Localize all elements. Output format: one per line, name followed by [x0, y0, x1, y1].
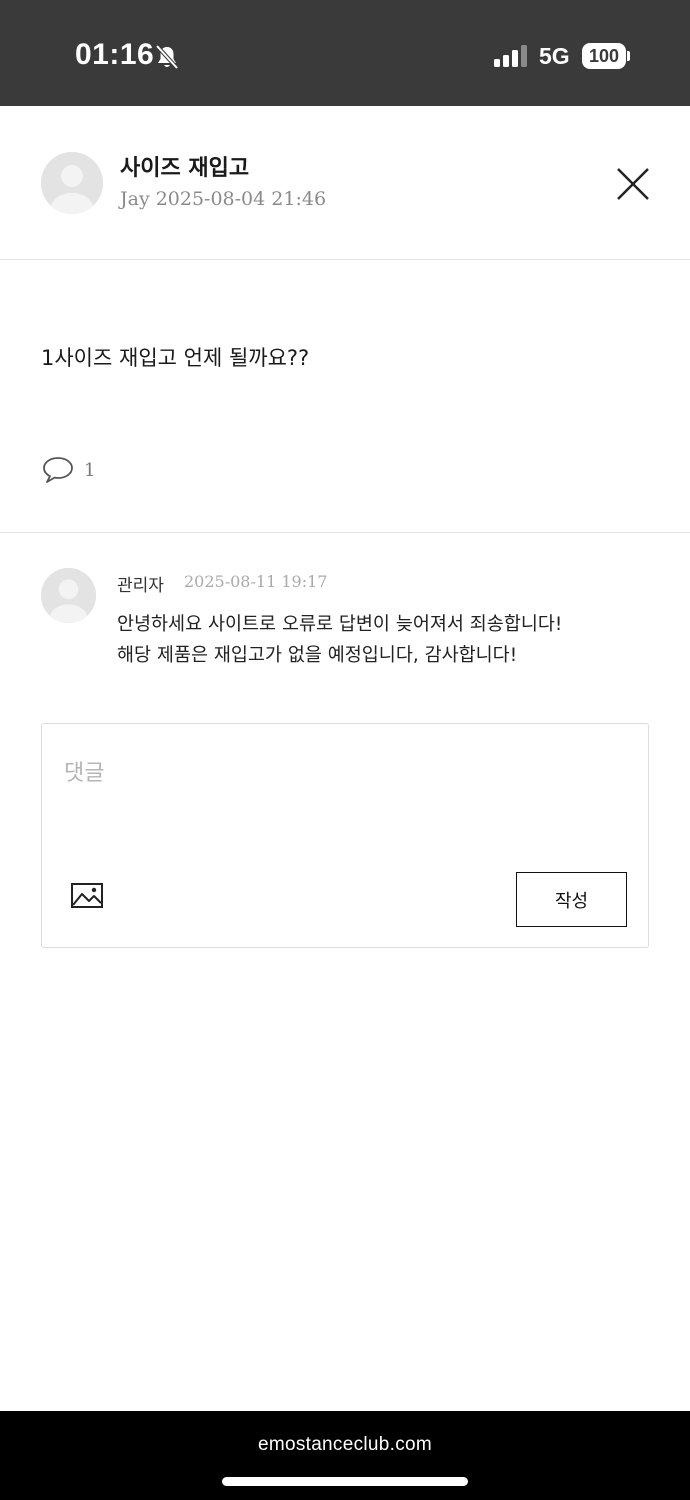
comment-line: 안녕하세요 사이트로 오류로 답변이 늦어져서 죄송합니다!: [117, 614, 563, 635]
comment-text: 안녕하세요 사이트로 오류로 답변이 늦어져서 죄송합니다! 해당 제품은 재입…: [117, 609, 562, 671]
battery-icon: 100: [582, 43, 626, 69]
cellular-signal-icon: [493, 44, 529, 68]
submit-button[interactable]: 작성: [516, 872, 627, 927]
bell-slash-icon: [154, 44, 180, 70]
comment-avatar: [41, 568, 96, 623]
status-time: 01:16: [75, 38, 155, 71]
browser-bottom-bar: emostanceclub.com: [0, 1411, 690, 1500]
home-indicator[interactable]: [222, 1477, 468, 1486]
comment-count: 1: [84, 460, 96, 481]
divider: [0, 532, 690, 533]
post-header: 사이즈 재입고 Jay 2025-08-04 21:46: [0, 106, 690, 260]
url-label[interactable]: emostanceclub.com: [0, 1434, 690, 1456]
battery-level: 100: [588, 46, 620, 66]
comment-date: 2025-08-11 19:17: [184, 572, 328, 591]
user-silhouette-icon: [41, 568, 96, 623]
battery-tip: [627, 51, 630, 61]
post-meta: Jay 2025-08-04 21:46: [120, 188, 332, 210]
author-avatar: [41, 152, 103, 214]
post-author: Jay: [120, 188, 150, 210]
image-upload-button[interactable]: [70, 881, 104, 911]
comment-input[interactable]: [64, 748, 624, 798]
post-body: 1사이즈 재입고 언제 될까요??: [41, 346, 310, 370]
comment-line: 해당 제품은 재입고가 없을 예정입니다, 감사합니다!: [117, 645, 518, 666]
comment-author: 관리자: [117, 576, 164, 596]
comment-bubble-icon: [41, 454, 75, 486]
post-title: 사이즈 재입고: [120, 156, 250, 181]
close-button[interactable]: [612, 163, 654, 205]
status-bar: 01:16 5G 100: [0, 0, 690, 106]
image-icon: [71, 883, 103, 908]
comment-form: 작성: [41, 723, 649, 948]
post-date: 2025-08-04 21:46: [155, 188, 327, 210]
user-silhouette-icon: [41, 152, 103, 214]
close-icon: [617, 168, 649, 200]
network-type: 5G: [539, 43, 570, 69]
